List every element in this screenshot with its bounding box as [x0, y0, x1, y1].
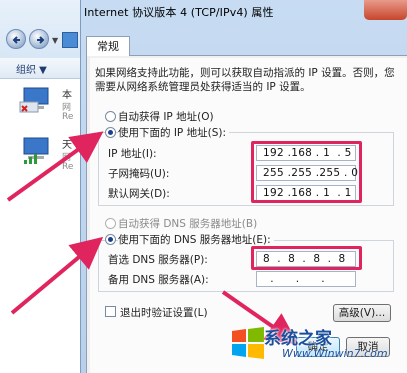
- watermark-url: Www.Winwin7.com: [282, 347, 388, 360]
- tab-general[interactable]: 常规: [86, 36, 130, 56]
- annotation-arrows: [6, 131, 299, 345]
- arrow-to-dns-radio: [10, 236, 104, 315]
- arrow-to-ip-radio: [6, 131, 104, 202]
- watermark-brand: 系统之家: [264, 329, 332, 349]
